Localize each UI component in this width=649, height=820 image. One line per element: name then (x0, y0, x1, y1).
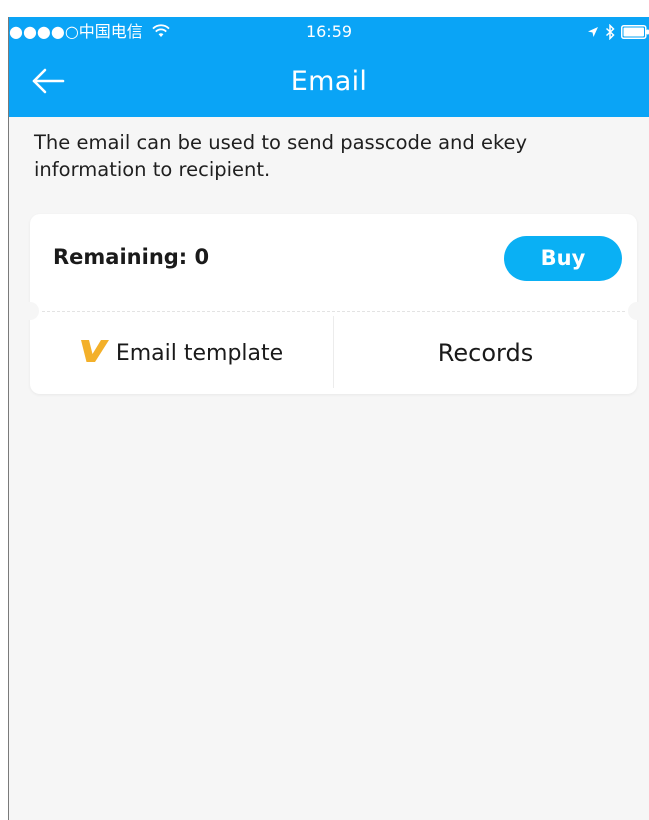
phone-screen: ●●●●○中国电信 16:59 Email The email can be u… (9, 17, 649, 820)
card-top: Remaining: 0 Buy (30, 214, 637, 311)
card-bottom: Email template Records (30, 312, 637, 394)
vip-v-icon (80, 338, 110, 368)
header: ●●●●○中国电信 16:59 Email (9, 17, 649, 117)
description-text: The email can be used to send passcode a… (34, 131, 528, 181)
buy-button[interactable]: Buy (504, 236, 622, 281)
status-right (587, 17, 649, 47)
nav-bar: Email (9, 47, 649, 117)
email-card: Remaining: 0 Buy Email template Records (21, 214, 646, 394)
status-bar: ●●●●○中国电信 16:59 (9, 17, 649, 47)
window-edge (8, 17, 9, 820)
email-template-button[interactable]: Email template (30, 312, 333, 394)
location-arrow-icon (587, 26, 599, 38)
status-time: 16:59 (305, 22, 353, 41)
records-button[interactable]: Records (334, 312, 637, 394)
battery-icon (621, 25, 649, 39)
bluetooth-icon (605, 24, 615, 40)
remaining-count: Remaining: 0 (53, 245, 210, 269)
email-template-label: Email template (115, 340, 284, 366)
page-title: Email (290, 66, 368, 97)
records-label: Records (437, 339, 534, 367)
